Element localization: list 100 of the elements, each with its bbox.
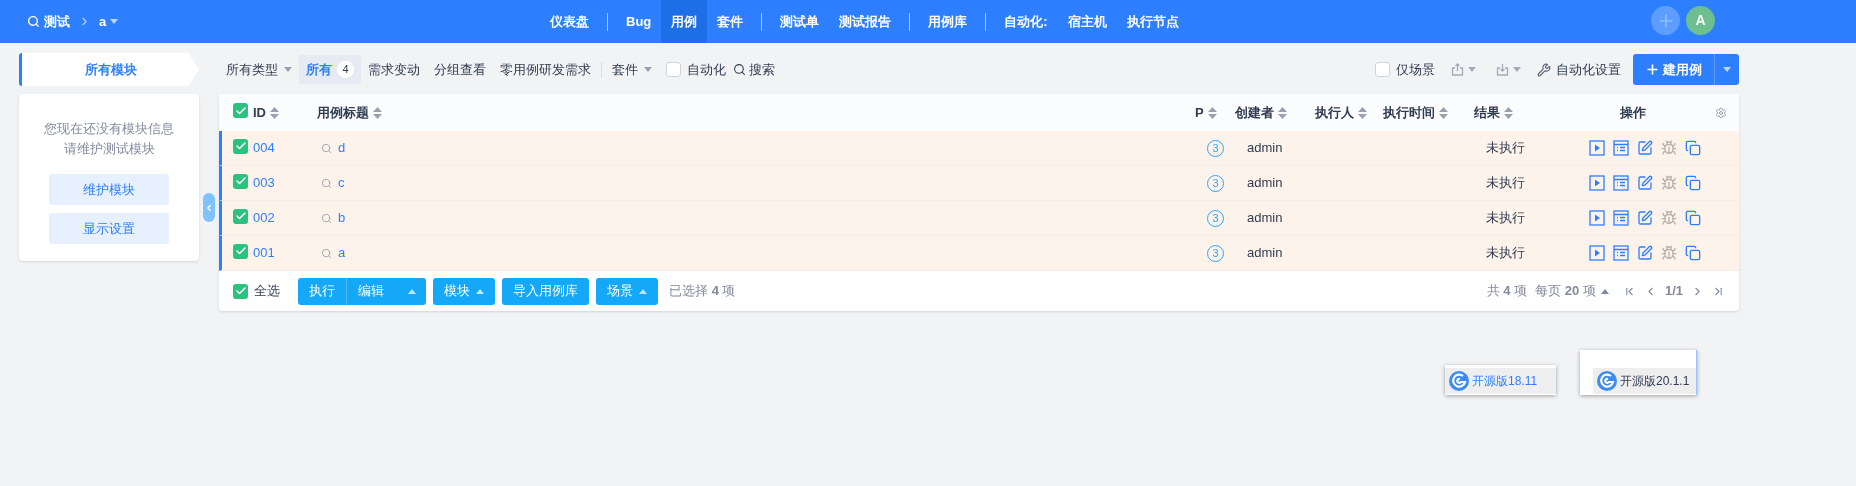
menu-button[interactable]: 场景 [596, 277, 658, 305]
case-title-link[interactable]: d [338, 138, 346, 158]
list-icon[interactable] [1612, 210, 1629, 226]
version-tag[interactable]: 开源版20.1.1 [1593, 368, 1696, 394]
count-badge: 4 [337, 61, 354, 78]
checkbox[interactable] [233, 243, 248, 259]
copy-icon[interactable] [1684, 210, 1701, 226]
sidebar-button[interactable]: 显示设置 [49, 213, 169, 244]
collapse-handle[interactable] [203, 193, 215, 222]
case-title-link[interactable]: b [338, 208, 346, 228]
create-case-button[interactable]: 建用例 [1633, 54, 1739, 85]
column-header[interactable]: 用例标题 [317, 102, 369, 123]
nav-tab[interactable]: 用例库 [918, 0, 978, 43]
column-header[interactable]: 执行人 [1315, 102, 1354, 123]
filter-tab[interactable]: 所有 4 [299, 55, 361, 84]
nav-tab[interactable]: 执行节点 [1116, 0, 1189, 43]
run-icon[interactable] [1588, 175, 1605, 191]
nav-tab[interactable]: 测试单 [770, 0, 830, 43]
edit-icon[interactable] [1636, 245, 1653, 261]
column-header[interactable]: 创建者 [1235, 102, 1274, 123]
column-header[interactable]: P [1195, 102, 1204, 123]
column-header[interactable]: 结果 [1474, 102, 1500, 123]
import-button[interactable]: 导入用例库 [502, 277, 589, 305]
list-icon[interactable] [1612, 245, 1629, 261]
bug-icon[interactable] [1660, 140, 1677, 156]
bug-icon[interactable] [1660, 245, 1677, 261]
sidebar-button[interactable]: 维护模块 [49, 174, 169, 205]
branch-switcher[interactable]: a [99, 11, 119, 32]
case-title-link[interactable]: a [338, 243, 346, 263]
column-header[interactable]: ID [253, 102, 266, 123]
filter-dropdown[interactable]: 套件 [605, 59, 659, 80]
page-size-dropdown[interactable]: 每页 20 项 [1535, 281, 1609, 301]
filter-dropdown[interactable]: 所有类型 [219, 59, 299, 80]
edit-icon[interactable] [1636, 175, 1653, 191]
search-icon [321, 142, 332, 154]
sort-icon[interactable] [1207, 106, 1217, 119]
copy-icon[interactable] [1684, 245, 1701, 261]
nav-tab[interactable]: 测试报告 [829, 0, 902, 43]
case-id-link[interactable]: 004 [253, 138, 275, 158]
filter-tab[interactable]: 零用例研发需求 [493, 55, 598, 84]
total-count: 共 4 项 [1486, 282, 1528, 301]
wrench-icon [1537, 62, 1551, 77]
sort-icon[interactable] [373, 106, 382, 119]
case-id-link[interactable]: 001 [253, 243, 275, 263]
version-tag[interactable]: 开源版18.11 [1445, 368, 1556, 394]
case-id-link[interactable]: 003 [253, 173, 275, 193]
nav-tab[interactable]: 仪表盘 [540, 0, 599, 43]
sort-icon[interactable] [1439, 106, 1448, 119]
case-title-link[interactable]: c [338, 173, 345, 193]
edit-button[interactable]: 编辑 [347, 277, 426, 305]
run-icon[interactable] [1588, 140, 1605, 156]
nav-tab[interactable]: Bug [616, 0, 662, 43]
checkbox[interactable] [233, 138, 248, 154]
checkbox[interactable] [233, 103, 248, 119]
table-row[interactable]: 004 d 3 admin 未执行 [219, 131, 1739, 166]
table-row[interactable]: 003 c 3 admin 未执行 [219, 166, 1739, 201]
edit-icon[interactable] [1636, 210, 1653, 226]
search-link[interactable]: 搜索 [733, 59, 775, 80]
table-cell: admin [1247, 175, 1283, 191]
list-icon[interactable] [1612, 140, 1629, 156]
automation-checkbox[interactable]: 自动化 [659, 59, 733, 80]
nav-tab[interactable]: 套件 [707, 0, 754, 43]
checkbox[interactable] [666, 62, 681, 77]
filter-tab[interactable]: 需求变动 [361, 55, 427, 84]
case-id-link[interactable]: 002 [253, 208, 275, 228]
run-icon[interactable] [1588, 245, 1605, 261]
table-cell: 未执行 [1486, 245, 1525, 261]
filter-tab[interactable]: 分组查看 [427, 55, 493, 84]
run-button[interactable]: 执行 [298, 277, 346, 305]
table-row[interactable]: 002 b 3 admin 未执行 [219, 201, 1739, 236]
list-icon[interactable] [1612, 175, 1629, 191]
copy-icon[interactable] [1684, 175, 1701, 191]
menu-button[interactable]: 模块 [433, 277, 495, 305]
copy-icon[interactable] [1684, 140, 1701, 156]
select-all-checkbox[interactable]: 全选 [233, 281, 280, 301]
edit-icon[interactable] [1636, 140, 1653, 156]
sort-icon[interactable] [1358, 106, 1367, 119]
product-switcher[interactable]: 测试 [27, 11, 70, 32]
sort-icon[interactable] [270, 106, 279, 119]
checkbox[interactable] [233, 173, 248, 189]
checkbox[interactable] [233, 283, 248, 299]
checkbox[interactable] [1375, 62, 1390, 77]
column-header[interactable]: 操作 [1619, 102, 1646, 123]
bug-icon[interactable] [1660, 210, 1677, 226]
nav-tab[interactable]: 宿主机 [1057, 0, 1117, 43]
bug-icon[interactable] [1660, 175, 1677, 191]
automation-settings-link[interactable]: 自动化设置 [1537, 59, 1621, 80]
user-avatar[interactable]: A [1686, 6, 1715, 35]
nav-tab[interactable]: 自动化: [994, 0, 1058, 43]
sort-icon[interactable] [1504, 106, 1513, 119]
run-icon[interactable] [1588, 210, 1605, 226]
column-header[interactable]: 执行时间 [1383, 102, 1435, 123]
table-row[interactable]: 001 a 3 admin 未执行 [219, 236, 1739, 271]
add-button[interactable] [1651, 6, 1680, 35]
checkbox[interactable] [233, 208, 248, 224]
scene-only-checkbox[interactable]: 仅场景 [1375, 59, 1435, 80]
sort-icon[interactable] [1278, 106, 1287, 119]
caret-icon [1723, 67, 1731, 72]
nav-tab[interactable]: 用例 [661, 0, 708, 43]
sidebar-tab[interactable]: 所有模块 [19, 53, 199, 86]
